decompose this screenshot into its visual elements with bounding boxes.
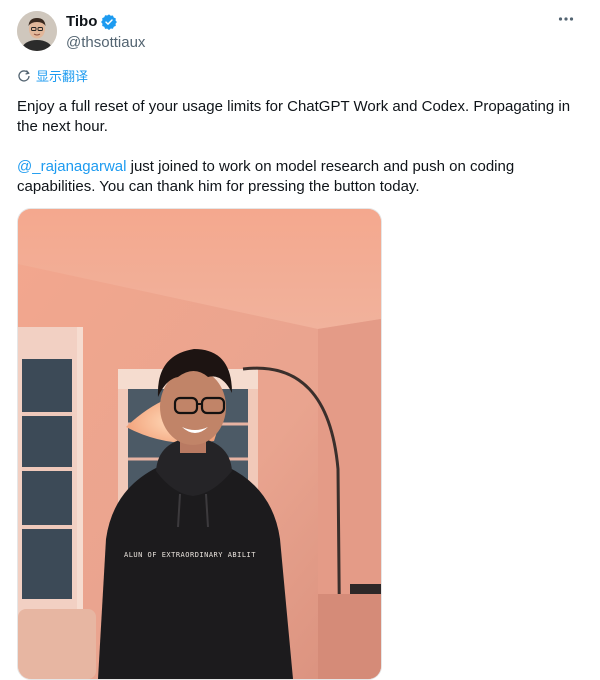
more-options-button[interactable]: [555, 11, 577, 27]
mention-link[interactable]: @_rajanagarwal: [17, 158, 126, 175]
avatar-photo: [17, 11, 57, 51]
photo-person-in-room: ALUN OF EXTRAORDINARY ABILIT: [18, 209, 381, 679]
author-display-name[interactable]: Tibo: [66, 13, 97, 30]
translate-icon: [18, 69, 30, 82]
tweet-paragraph-1: Enjoy a full reset of your usage limits …: [17, 98, 571, 135]
author-handle[interactable]: @thsottiaux: [66, 34, 145, 51]
show-translation-button[interactable]: 显示翻译: [17, 66, 88, 85]
author-avatar[interactable]: [17, 11, 57, 51]
more-icon: [558, 17, 574, 21]
hoodie-text: ALUN OF EXTRAORDINARY ABILIT: [124, 551, 256, 559]
tweet-paragraph-2: @_rajanagarwal just joined to work on mo…: [17, 157, 587, 197]
verified-badge-icon: [101, 13, 118, 30]
tweet-text: Enjoy a full reset of your usage limits …: [17, 97, 587, 197]
tweet-photo[interactable]: ALUN OF EXTRAORDINARY ABILIT: [17, 208, 382, 680]
author-name-row[interactable]: Tibo: [66, 13, 118, 30]
show-translation-label: 显示翻译: [36, 69, 89, 84]
